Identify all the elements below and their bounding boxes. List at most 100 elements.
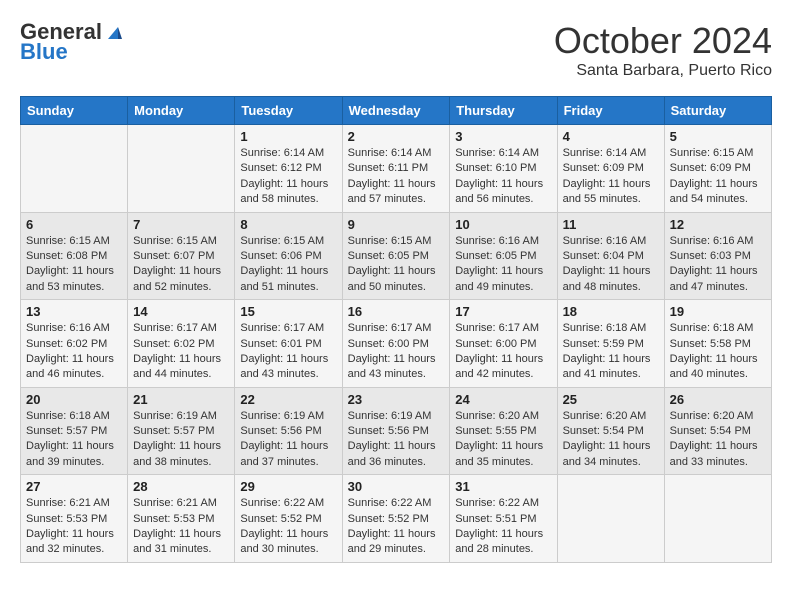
calendar-cell: 19Sunrise: 6:18 AMSunset: 5:58 PMDayligh… (664, 300, 771, 388)
sunrise-text: Sunrise: 6:22 AM (348, 496, 445, 511)
sunrise-text: Sunrise: 6:20 AM (563, 409, 659, 424)
sunrise-text: Sunrise: 6:16 AM (670, 234, 766, 249)
calendar-cell: 30Sunrise: 6:22 AMSunset: 5:52 PMDayligh… (342, 475, 450, 563)
calendar-cell: 18 Sunrise: 6:18 AMSunset: 5:59 PMDayligh… (557, 300, 664, 388)
calendar-cell: 14Sunrise: 6:17 AMSunset: 6:02 PMDayligh… (128, 300, 235, 388)
sunrise-text: Sunrise: 6:18 AM (26, 409, 122, 424)
daylight-text: Daylight: 11 hours and 40 minutes. (670, 352, 766, 383)
day-info: Sunrise: 6:18 AMSunset: 5:59 PMDaylight:… (563, 321, 659, 383)
day-number: 27 (26, 479, 122, 494)
calendar-cell: 13Sunrise: 6:16 AMSunset: 6:02 PMDayligh… (21, 300, 128, 388)
sunset-text: Sunset: 6:05 PM (455, 249, 551, 264)
day-info: Sunrise: 6:20 AMSunset: 5:54 PMDaylight:… (670, 409, 766, 471)
day-number: 11 (563, 217, 659, 232)
logo-blue: Blue (20, 40, 124, 64)
daylight-text: Daylight: 11 hours and 57 minutes. (348, 177, 445, 208)
sunset-text: Sunset: 5:52 PM (240, 512, 336, 527)
sunrise-text: Sunrise: 6:20 AM (455, 409, 551, 424)
location: Santa Barbara, Puerto Rico (554, 62, 772, 80)
sunset-text: Sunset: 6:11 PM (348, 161, 445, 176)
day-info: Sunrise: 6:22 AMSunset: 5:52 PMDaylight:… (240, 496, 336, 558)
day-number: 7 (133, 217, 229, 232)
sunset-text: Sunset: 6:08 PM (26, 249, 122, 264)
sunrise-text: Sunrise: 6:14 AM (563, 146, 659, 161)
calendar-cell: 4Sunrise: 6:14 AMSunset: 6:09 PMDaylight… (557, 125, 664, 213)
sunrise-text: Sunrise: 6:14 AM (455, 146, 551, 161)
calendar-cell: 23Sunrise: 6:19 AMSunset: 5:56 PMDayligh… (342, 387, 450, 475)
daylight-text: Daylight: 11 hours and 36 minutes. (348, 439, 445, 470)
sunset-text: Sunset: 6:05 PM (348, 249, 445, 264)
calendar-cell: 15Sunrise: 6:17 AMSunset: 6:01 PMDayligh… (235, 300, 342, 388)
sunrise-text: Sunrise: 6:22 AM (455, 496, 551, 511)
logo: General Blue (20, 20, 124, 64)
calendar-cell: 27Sunrise: 6:21 AMSunset: 5:53 PMDayligh… (21, 475, 128, 563)
sunset-text: Sunset: 6:01 PM (240, 337, 336, 352)
weekday-header: Tuesday (235, 97, 342, 125)
day-number: 28 (133, 479, 229, 494)
sunset-text: Sunset: 5:57 PM (26, 424, 122, 439)
sunrise-text: Sunrise: 6:15 AM (348, 234, 445, 249)
calendar-week-row: 6Sunrise: 6:15 AMSunset: 6:08 PMDaylight… (21, 212, 772, 300)
day-number: 3 (455, 129, 551, 144)
daylight-text: Daylight: 11 hours and 37 minutes. (240, 439, 336, 470)
sunrise-text: Sunrise: 6:15 AM (670, 146, 766, 161)
day-info: Sunrise: 6:19 AMSunset: 5:56 PMDaylight:… (348, 409, 445, 471)
day-info: Sunrise: 6:22 AMSunset: 5:51 PMDaylight:… (455, 496, 551, 558)
daylight-text: Daylight: 11 hours and 44 minutes. (133, 352, 229, 383)
calendar-table: SundayMondayTuesdayWednesdayThursdayFrid… (20, 96, 772, 563)
day-info: Sunrise: 6:17 AMSunset: 6:01 PMDaylight:… (240, 321, 336, 383)
sunset-text: Sunset: 5:58 PM (670, 337, 766, 352)
sunrise-text: Sunrise: 6:15 AM (26, 234, 122, 249)
daylight-text: Daylight: 11 hours and 33 minutes. (670, 439, 766, 470)
daylight-text: Daylight: 11 hours and 53 minutes. (26, 264, 122, 295)
calendar-cell (21, 125, 128, 213)
calendar-cell: 7Sunrise: 6:15 AMSunset: 6:07 PMDaylight… (128, 212, 235, 300)
day-number: 9 (348, 217, 445, 232)
sunset-text: Sunset: 6:09 PM (563, 161, 659, 176)
day-number: 18 (563, 304, 659, 319)
sunset-text: Sunset: 5:56 PM (240, 424, 336, 439)
day-info: Sunrise: 6:18 AMSunset: 5:57 PMDaylight:… (26, 409, 122, 471)
sunrise-text: Sunrise: 6:19 AM (240, 409, 336, 424)
calendar-cell: 24Sunrise: 6:20 AMSunset: 5:55 PMDayligh… (450, 387, 557, 475)
daylight-text: Daylight: 11 hours and 38 minutes. (133, 439, 229, 470)
sunset-text: Sunset: 5:52 PM (348, 512, 445, 527)
calendar-cell: 29Sunrise: 6:22 AMSunset: 5:52 PMDayligh… (235, 475, 342, 563)
sunset-text: Sunset: 6:09 PM (670, 161, 766, 176)
sunset-text: Sunset: 5:53 PM (133, 512, 229, 527)
day-info: Sunrise: 6:17 AMSunset: 6:02 PMDaylight:… (133, 321, 229, 383)
calendar-body: 1Sunrise: 6:14 AMSunset: 6:12 PMDaylight… (21, 125, 772, 563)
sunrise-text: Sunrise: 6:20 AM (670, 409, 766, 424)
calendar-cell: 12Sunrise: 6:16 AMSunset: 6:03 PMDayligh… (664, 212, 771, 300)
day-info: Sunrise: 6:17 AMSunset: 6:00 PMDaylight:… (455, 321, 551, 383)
day-info: Sunrise: 6:16 AMSunset: 6:02 PMDaylight:… (26, 321, 122, 383)
weekday-header: Wednesday (342, 97, 450, 125)
calendar-cell: 28Sunrise: 6:21 AMSunset: 5:53 PMDayligh… (128, 475, 235, 563)
sunset-text: Sunset: 6:06 PM (240, 249, 336, 264)
title-block: October 2024 Santa Barbara, Puerto Rico (554, 20, 772, 80)
sunset-text: Sunset: 5:51 PM (455, 512, 551, 527)
sunset-text: Sunset: 6:04 PM (563, 249, 659, 264)
daylight-text: Daylight: 11 hours and 43 minutes. (240, 352, 336, 383)
day-info: Sunrise: 6:15 AMSunset: 6:09 PMDaylight:… (670, 146, 766, 208)
sunset-text: Sunset: 6:07 PM (133, 249, 229, 264)
calendar-week-row: 13Sunrise: 6:16 AMSunset: 6:02 PMDayligh… (21, 300, 772, 388)
day-info: Sunrise: 6:20 AMSunset: 5:55 PMDaylight:… (455, 409, 551, 471)
daylight-text: Daylight: 11 hours and 42 minutes. (455, 352, 551, 383)
daylight-text: Daylight: 11 hours and 56 minutes. (455, 177, 551, 208)
day-number: 6 (26, 217, 122, 232)
day-number: 2 (348, 129, 445, 144)
daylight-text: Daylight: 11 hours and 43 minutes. (348, 352, 445, 383)
daylight-text: Daylight: 11 hours and 30 minutes. (240, 527, 336, 558)
calendar-cell: 21Sunrise: 6:19 AMSunset: 5:57 PMDayligh… (128, 387, 235, 475)
sunset-text: Sunset: 6:12 PM (240, 161, 336, 176)
calendar-cell: 5Sunrise: 6:15 AMSunset: 6:09 PMDaylight… (664, 125, 771, 213)
weekday-header: Monday (128, 97, 235, 125)
daylight-text: Daylight: 11 hours and 52 minutes. (133, 264, 229, 295)
daylight-text: Daylight: 11 hours and 47 minutes. (670, 264, 766, 295)
sunset-text: Sunset: 6:00 PM (348, 337, 445, 352)
day-info: Sunrise: 6:14 AMSunset: 6:11 PMDaylight:… (348, 146, 445, 208)
weekday-header: Saturday (664, 97, 771, 125)
sunrise-text: Sunrise: 6:21 AM (133, 496, 229, 511)
sunrise-text: Sunrise: 6:17 AM (240, 321, 336, 336)
